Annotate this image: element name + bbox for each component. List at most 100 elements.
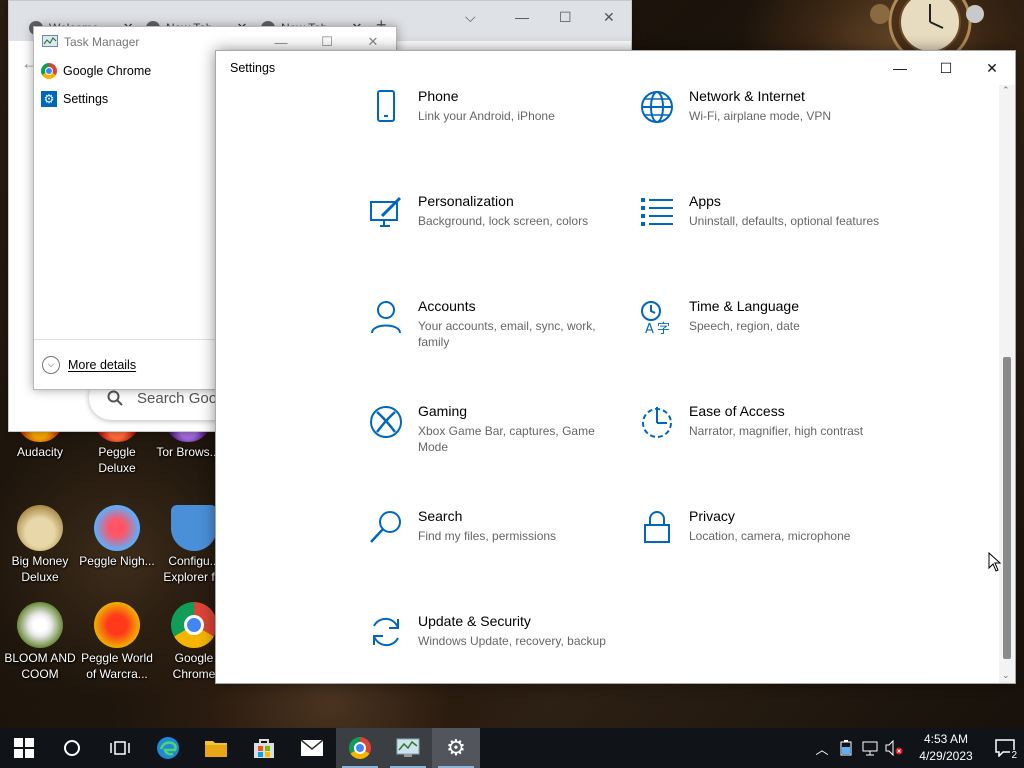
- search-button[interactable]: [48, 728, 96, 768]
- chevron-down-icon[interactable]: ⌵: [465, 9, 476, 26]
- settings-category-update-security[interactable]: Update & Security Windows Update, recover…: [368, 612, 618, 692]
- mouse-cursor-icon: [988, 552, 1002, 572]
- svg-text:A: A: [645, 322, 654, 335]
- settings-category-accounts[interactable]: Accounts Your accounts, email, sync, work…: [368, 297, 618, 377]
- category-desc: Windows Update, recovery, backup: [418, 634, 606, 648]
- update-icon: [373, 617, 399, 647]
- settings-category-apps[interactable]: Apps Uninstall, defaults, optional featur…: [639, 192, 889, 272]
- settings-category-personalization[interactable]: Personalization Background, lock screen, …: [368, 192, 618, 272]
- category-title: Accounts: [418, 298, 476, 314]
- time-language-icon: A字: [641, 301, 670, 335]
- apps-list-icon: [641, 198, 673, 226]
- settings-category-privacy[interactable]: Privacy Location, camera, microphone: [639, 507, 889, 587]
- minimize-icon[interactable]: —: [515, 9, 529, 25]
- category-desc: Find my files, permissions: [418, 529, 557, 543]
- battery-icon[interactable]: [834, 740, 858, 756]
- shield-icon: [171, 505, 217, 551]
- category-desc: Speech, region, date: [689, 319, 800, 333]
- app-name: Google Chrome: [63, 64, 152, 78]
- taskbar-mail[interactable]: [288, 728, 336, 768]
- category-title: Gaming: [418, 403, 468, 419]
- store-icon: [254, 739, 274, 758]
- gear-icon: ⚙: [446, 735, 466, 760]
- settings-category-time-language[interactable]: A字 Time & Language Speech, region, date: [639, 297, 889, 377]
- category-title: Personalization: [418, 193, 514, 209]
- category-title: Apps: [689, 193, 721, 209]
- taskbar-edge[interactable]: [144, 728, 192, 768]
- cortana-circle-icon: [64, 740, 80, 756]
- taskbar-store[interactable]: [240, 728, 288, 768]
- clock-ornament: [870, 0, 984, 52]
- close-icon[interactable]: ✕: [603, 9, 615, 26]
- settings-titlebar[interactable]: Settings — ☐ ✕: [216, 51, 1015, 85]
- category-desc: Narrator, magnifier, high contrast: [689, 424, 864, 438]
- category-title: Search: [418, 508, 463, 524]
- peggle-wow-icon: [94, 602, 140, 648]
- maximize-icon[interactable]: ☐: [559, 9, 572, 26]
- globe-icon: [641, 91, 673, 123]
- category-title: Ease of Access: [689, 403, 785, 419]
- window-title: Task Manager: [64, 35, 140, 49]
- lock-icon: [644, 511, 670, 543]
- desktop-icon-peggle-nights[interactable]: Peggle Nigh...: [79, 505, 155, 569]
- chrome-icon: [41, 63, 57, 79]
- chevron-up-icon[interactable]: ︿: [810, 739, 834, 758]
- start-button[interactable]: [0, 728, 48, 768]
- desktop-icon-big-money[interactable]: Big Money Deluxe: [2, 505, 78, 585]
- money-bag-icon: [17, 505, 63, 551]
- settings-window[interactable]: Settings — ☐ ✕ ⌃ ⌄ Phone Link your Androi…: [215, 50, 1016, 684]
- desktop-icon-label: Peggle Deluxe: [98, 445, 136, 475]
- phone-icon: [377, 90, 395, 122]
- scrollbar[interactable]: ⌃ ⌄: [999, 85, 1015, 683]
- category-title: Privacy: [689, 508, 735, 524]
- settings-category-network[interactable]: Network & Internet Wi-Fi, airplane mode, …: [639, 87, 889, 167]
- mail-icon: [300, 739, 324, 756]
- notification-count: 2: [1010, 750, 1018, 761]
- settings-category-phone[interactable]: Phone Link your Android, iPhone: [368, 87, 618, 167]
- taskbar-clock[interactable]: 4:53 AM 4/29/2023: [906, 731, 986, 765]
- category-desc: Your accounts, email, sync, work, family: [418, 319, 596, 349]
- volume-muted-icon[interactable]: [882, 740, 906, 756]
- search-placeholder: Search Goo: [137, 389, 218, 407]
- taskbar-settings[interactable]: ⚙: [432, 728, 480, 768]
- peggle-nights-icon: [94, 505, 140, 551]
- category-desc: Location, camera, microphone: [689, 529, 851, 543]
- flower-icon: [17, 602, 63, 648]
- scroll-down-icon[interactable]: ⌄: [1002, 670, 1010, 681]
- settings-category-ease-of-access[interactable]: Ease of Access Narrator, magnifier, high …: [639, 402, 889, 482]
- category-title: Update & Security: [418, 613, 531, 629]
- taskbar: ⚙ ︿ 4:53 AM 4/29/2023 2: [0, 728, 1024, 768]
- taskbar-chrome[interactable]: [336, 728, 384, 768]
- desktop-icon-label: Audacity: [16, 445, 64, 459]
- network-icon[interactable]: [858, 740, 882, 756]
- desktop-icon-bloom[interactable]: BLOOM AND COOM: [2, 602, 78, 682]
- desktop-icon-peggle-wow[interactable]: Peggle World of Warcra...: [79, 602, 155, 682]
- taskbar-file-explorer[interactable]: [192, 728, 240, 768]
- folder-icon: [205, 741, 227, 757]
- close-icon[interactable]: ✕: [969, 51, 1015, 85]
- desktop-icon-label: Big Money Deluxe: [11, 554, 69, 584]
- category-title: Time & Language: [689, 298, 799, 314]
- minimize-icon[interactable]: —: [877, 51, 923, 85]
- person-icon: [371, 301, 401, 334]
- taskbar-task-manager[interactable]: [384, 728, 432, 768]
- notifications-button[interactable]: 2: [986, 728, 1024, 768]
- window-title: Settings: [230, 61, 276, 75]
- task-view-icon: [110, 741, 130, 755]
- category-desc: Wi-Fi, airplane mode, VPN: [689, 109, 832, 123]
- scroll-thumb[interactable]: [1003, 357, 1011, 659]
- settings-category-search[interactable]: Search Find my files, permissions: [368, 507, 618, 587]
- system-tray: ︿ 4:53 AM 4/29/2023 2: [810, 728, 1024, 768]
- category-desc: Background, lock screen, colors: [418, 214, 589, 228]
- svg-text:字: 字: [657, 322, 670, 335]
- app-name: Settings: [63, 92, 109, 106]
- category-desc: Uninstall, defaults, optional features: [689, 214, 880, 228]
- scroll-up-icon[interactable]: ⌃: [1002, 85, 1010, 96]
- desktop-icon-label: Peggle World of Warcra...: [81, 651, 153, 681]
- settings-category-gaming[interactable]: Gaming Xbox Game Bar, captures, Game Mode: [368, 402, 618, 482]
- settings-icon: ⚙: [41, 91, 57, 107]
- category-title: Phone: [418, 88, 459, 104]
- task-view-button[interactable]: [96, 728, 144, 768]
- xbox-icon: [370, 406, 402, 438]
- maximize-icon[interactable]: ☐: [923, 51, 969, 85]
